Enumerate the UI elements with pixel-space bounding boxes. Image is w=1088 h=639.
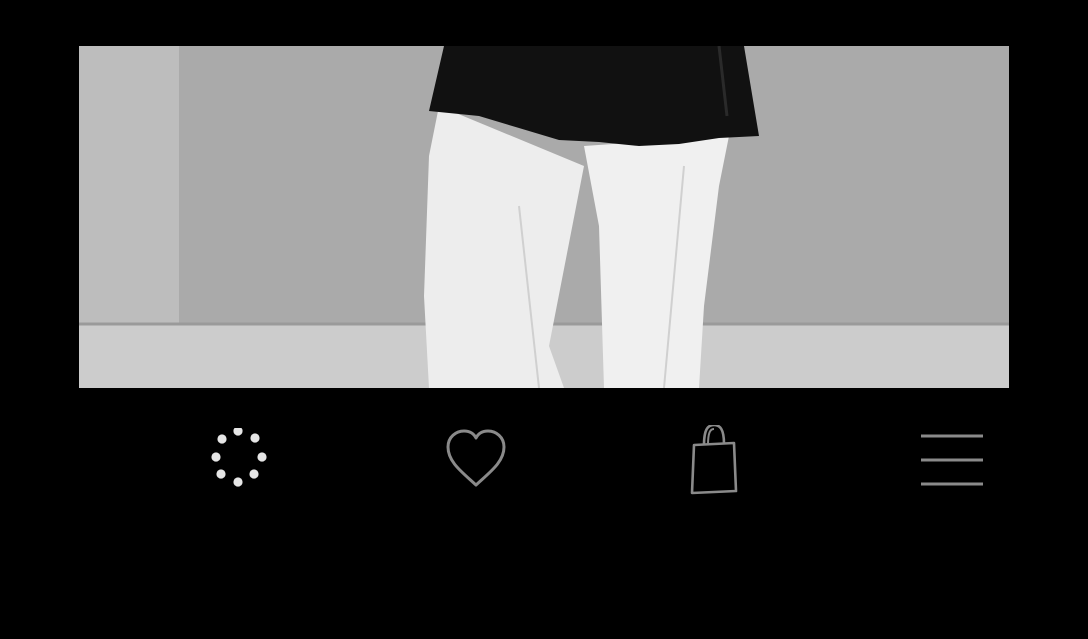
loading-spinner-icon bbox=[211, 428, 267, 487]
app-screen bbox=[0, 0, 1088, 639]
nav-loading-button[interactable] bbox=[198, 420, 278, 500]
nav-bag-button[interactable] bbox=[674, 420, 754, 500]
product-image[interactable] bbox=[79, 46, 1009, 388]
product-photo bbox=[79, 46, 1009, 388]
bottom-nav-bar bbox=[0, 400, 1088, 520]
nav-favorites-button[interactable] bbox=[436, 420, 516, 500]
shopping-bag-icon bbox=[690, 425, 738, 495]
heart-icon bbox=[446, 429, 506, 487]
nav-menu-button[interactable] bbox=[912, 420, 992, 500]
hamburger-menu-icon bbox=[921, 434, 983, 486]
